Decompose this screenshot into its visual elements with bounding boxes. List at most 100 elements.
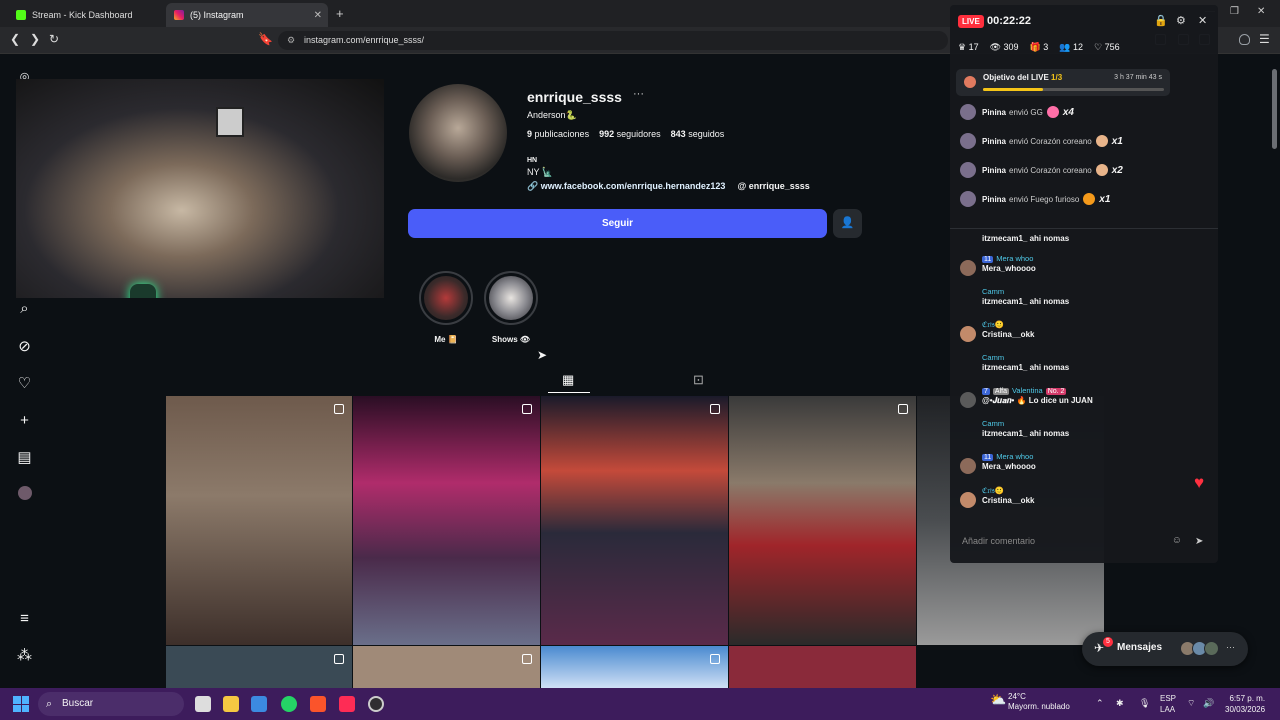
tiktok-icon[interactable] — [339, 696, 355, 712]
reload-icon[interactable]: ↻ — [49, 32, 59, 46]
username: Mera whoo — [996, 452, 1034, 461]
add-comment-input[interactable]: Añadir comentario ☺ — [954, 530, 1188, 552]
stat-value: 17 — [968, 42, 979, 52]
tab-kick-dashboard[interactable]: Stream - Kick Dashboard — [8, 3, 166, 27]
page-scrollbar[interactable] — [1271, 55, 1278, 688]
website-text: www.facebook.com/enrrique.hernandez123 — [540, 181, 726, 191]
dashboard-icon[interactable]: ▤ — [16, 449, 33, 466]
explore-icon[interactable]: ⊘ — [16, 338, 33, 355]
also-from-meta-icon[interactable]: ⁂ — [16, 647, 33, 664]
weather-icon[interactable]: ⛅ — [990, 692, 1006, 708]
live-goal[interactable]: Objetivo del LIVE 1/3 3 h 37 min 43 s — [956, 69, 1170, 96]
gift-count: x1 — [1099, 193, 1111, 205]
followers-stat[interactable]: 992 seguidores — [599, 129, 661, 139]
file-explorer-icon[interactable] — [223, 696, 239, 712]
show-hidden-icons[interactable]: ⌃ — [1096, 698, 1104, 709]
windows-start-icon[interactable] — [13, 696, 29, 712]
goal-time-left: 3 h 37 min 43 s — [1114, 74, 1162, 81]
send-icon[interactable]: ➤ — [1195, 536, 1203, 547]
forward-icon[interactable]: ❯ — [30, 32, 40, 46]
lock-icon[interactable]: 🔒 — [1154, 14, 1168, 27]
post-thumbnail[interactable] — [729, 646, 916, 688]
wifi-icon[interactable]: ⌔ — [1187, 698, 1195, 709]
post-thumbnail[interactable] — [353, 646, 540, 688]
highlight-me[interactable]: Me 📔 — [419, 271, 473, 344]
live-stream-overlay: LIVE 00:22:22 🔒 ⚙ ✕ ♛ 17 👁 309 🎁 3 👥 12 … — [950, 5, 1218, 563]
weather-widget[interactable]: 24°C Mayorm. nublado — [1008, 692, 1070, 712]
gift-action: envió GG — [1009, 107, 1043, 117]
fire-gift-icon — [1083, 193, 1096, 205]
avatar — [960, 133, 976, 149]
shield-icon[interactable] — [1239, 34, 1250, 45]
store-icon[interactable] — [251, 696, 267, 712]
close-window-button[interactable]: ✕ — [1257, 6, 1265, 17]
active-tab-indicator — [548, 392, 590, 393]
post-thumbnail[interactable] — [353, 396, 540, 645]
maximize-button[interactable]: ❐ — [1230, 6, 1239, 17]
level-badge: 7 — [982, 388, 990, 395]
highlight-shows[interactable]: Shows 👁 — [484, 271, 538, 344]
follow-button[interactable]: Seguir — [408, 209, 827, 238]
post-thumbnail[interactable] — [729, 396, 916, 645]
settings-gear-icon[interactable]: ⚙ — [1176, 14, 1186, 27]
post-thumbnail[interactable] — [166, 646, 352, 688]
obs-icon[interactable] — [368, 696, 384, 712]
close-tab-icon[interactable]: ✕ — [314, 10, 322, 21]
system-clock[interactable]: 6:57 p. m. 30/03/2026 — [1225, 693, 1265, 715]
comment-text: itzmecam1_ ahi nomas — [982, 234, 1070, 243]
comment-text: Cristina__okk — [982, 496, 1035, 505]
gift-user: Pinina — [982, 165, 1007, 175]
close-overlay-icon[interactable]: ✕ — [1198, 14, 1207, 27]
tagged-tab-icon[interactable]: ⊡ — [693, 372, 704, 388]
scrollbar-thumb[interactable] — [1272, 69, 1277, 149]
posts-grid-tab-icon[interactable]: ▦ — [562, 372, 574, 388]
following-stat[interactable]: 843 seguidos — [671, 129, 725, 139]
stat-hearts: ♡ 756 — [1094, 42, 1120, 52]
website-link[interactable]: 🔗 www.facebook.com/enrrique.hernandez123 — [527, 181, 725, 192]
bookmark-icon[interactable]: 🔖 — [258, 32, 273, 46]
fan-tag: Alfa — [992, 388, 1009, 395]
stat-value: 309 — [1003, 42, 1019, 52]
back-icon[interactable]: ❮ — [10, 32, 20, 46]
new-tab-button[interactable]: + — [336, 6, 344, 21]
network-icon[interactable]: ✱ — [1116, 698, 1124, 709]
post-thumbnail[interactable] — [541, 646, 728, 688]
microphone-icon[interactable]: 🎙 — [1139, 698, 1150, 709]
emoji-icon[interactable]: ☺ — [1172, 530, 1182, 552]
url-input[interactable]: ⚙ instagram.com/enrrique_ssss/ — [278, 31, 948, 50]
tab-instagram[interactable]: (5) Instagram ✕ — [166, 3, 328, 27]
comment-text: Mera_whoooo — [982, 462, 1036, 471]
create-plus-icon[interactable]: + — [16, 412, 33, 429]
profile-avatar-icon[interactable] — [16, 486, 33, 503]
post-thumbnail[interactable] — [166, 396, 352, 645]
taskbar-search[interactable]: ⌕ Buscar — [38, 692, 184, 716]
multi-post-icon — [334, 404, 344, 414]
language-indicator[interactable]: ESP LAA — [1160, 693, 1176, 715]
comment-text: Mera_whoooo — [982, 264, 1036, 273]
options-ellipsis-icon[interactable]: ··· — [633, 88, 644, 100]
notifications-heart-icon[interactable]: ♡ — [16, 375, 33, 392]
post-thumbnail[interactable] — [541, 396, 728, 645]
site-info-icon[interactable]: ⚙ — [287, 31, 295, 50]
whatsapp-icon[interactable] — [281, 696, 297, 712]
volume-icon[interactable]: 🔊 — [1203, 698, 1214, 709]
threads-link[interactable]: @ enrrique_ssss — [737, 181, 809, 192]
live-stats: ♛ 17 👁 309 🎁 3 👥 12 ♡ 756 — [958, 42, 1120, 53]
tab-label: (5) Instagram — [190, 10, 244, 20]
bio-line-1: HN — [527, 157, 538, 164]
more-menu-icon[interactable]: ≡ — [16, 610, 33, 627]
multi-post-icon — [522, 404, 532, 414]
gift-row: Pinina envió Corazón coreano x2 — [960, 161, 1123, 179]
search-icon[interactable]: ⌕ — [16, 300, 33, 317]
gift-action: envió Corazón coreano — [1009, 136, 1092, 146]
profile-avatar[interactable] — [409, 84, 507, 182]
comment-user: 7 Alfa Valentina No. 2 — [982, 386, 1067, 395]
posts-stat[interactable]: 9 publicaciones — [527, 129, 589, 139]
unread-badge: 5 — [1103, 637, 1113, 647]
task-view-icon[interactable] — [195, 696, 211, 712]
brave-browser-icon[interactable] — [310, 696, 326, 712]
suggested-users-icon[interactable]: 👤 — [833, 209, 862, 238]
gift-row: Pinina envió Fuego furioso x1 — [960, 190, 1110, 208]
messages-button[interactable]: ✈ 5 Mensajes ··· — [1082, 632, 1248, 666]
menu-icon[interactable]: ☰ — [1259, 32, 1270, 46]
